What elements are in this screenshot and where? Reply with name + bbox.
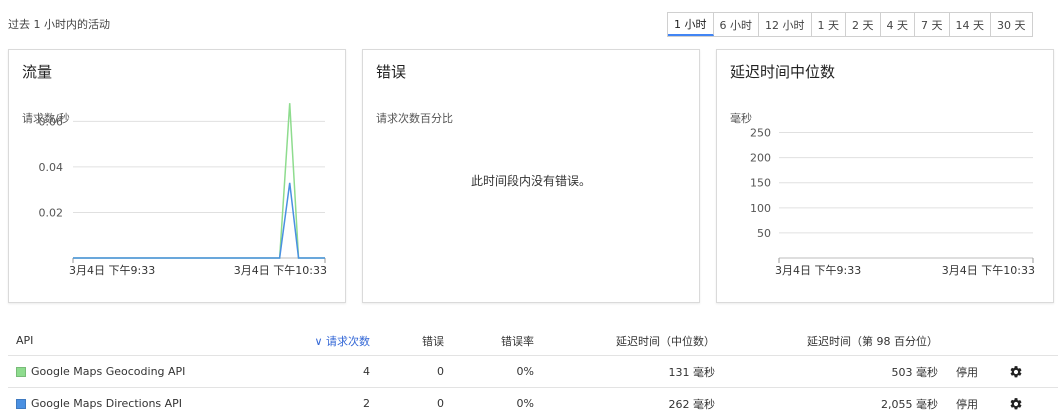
errors-card-title: 错误 bbox=[376, 63, 407, 81]
sort-desc-icon: ∨ bbox=[314, 334, 323, 348]
traffic-card: 流量 请求数/秒 0.02 0.04 0.06 3月4日 下午9:33 3月4日 下午1… bbox=[8, 49, 346, 303]
latency-card: 延迟时间中位数 毫秒 50 100 150 200 250 3月4日 下午9:33 3月4日… bbox=[716, 49, 1054, 303]
requests-cell: 4 bbox=[363, 365, 370, 378]
range-button[interactable]: 2 天 bbox=[846, 13, 881, 36]
x-tick-label: 3月4日 下午10:33 bbox=[234, 264, 327, 277]
range-button[interactable]: 1 小时 bbox=[668, 13, 714, 36]
column-requests-label: 请求次数 bbox=[326, 334, 370, 348]
x-tick-label: 3月4日 下午9:33 bbox=[69, 264, 155, 277]
y-tick-label: 100 bbox=[750, 202, 771, 215]
y-tick-label: 0.02 bbox=[39, 206, 64, 219]
range-button[interactable]: 30 天 bbox=[991, 13, 1032, 36]
x-tick-label: 3月4日 下午10:33 bbox=[942, 264, 1035, 277]
settings-gear-icon[interactable] bbox=[996, 397, 1036, 411]
y-tick-label: 200 bbox=[750, 152, 771, 165]
errors-empty-message: 此时间段内没有错误。 bbox=[470, 174, 591, 188]
errors-card-subtitle: 请求次数百分比 bbox=[376, 112, 453, 125]
series-color-swatch bbox=[16, 366, 26, 377]
column-latency[interactable]: 延迟时间（中位数） bbox=[534, 333, 715, 349]
latency-98-cell: 503 毫秒 bbox=[891, 365, 939, 379]
errors-cell: 0 bbox=[437, 365, 444, 378]
settings-gear-icon[interactable] bbox=[996, 365, 1036, 379]
series-line bbox=[73, 182, 325, 259]
column-latency-98[interactable]: 延迟时间（第 98 百分位） bbox=[715, 333, 938, 349]
errors-card: 错误 请求次数百分比 此时间段内没有错误。 bbox=[362, 49, 700, 303]
range-button[interactable]: 7 天 bbox=[915, 13, 950, 36]
time-range-selector: 1 小时 6 小时 12 小时 1 天2 天4 天7 天 14 天 30 天 bbox=[667, 12, 1033, 37]
x-tick-label: 3月4日 下午9:33 bbox=[775, 264, 861, 277]
latency-chart: 50 100 150 200 250 3月4日 下午9:33 3月4日 下午10:33 bbox=[750, 127, 1035, 277]
disable-button[interactable]: 停用 bbox=[938, 396, 996, 412]
column-requests[interactable]: ∨ 请求次数 bbox=[268, 333, 370, 349]
range-button[interactable]: 14 天 bbox=[949, 13, 991, 36]
y-tick-label: 150 bbox=[750, 177, 771, 190]
disable-button[interactable]: 停用 bbox=[938, 364, 996, 380]
column-error-rate[interactable]: 错误率 bbox=[444, 333, 534, 349]
latency-98-cell: 2,055 毫秒 bbox=[881, 397, 938, 411]
range-button[interactable]: 4 天 bbox=[880, 13, 915, 36]
traffic-chart: 0.02 0.04 0.06 3月4日 下午9:33 3月4日 下午10:33 bbox=[39, 103, 327, 277]
api-table: API ∨ 请求次数 错误 错误率 延迟时间（中位数） 延迟时间（第 98 百分… bbox=[8, 326, 1058, 416]
latency-cell: 131 毫秒 bbox=[668, 365, 716, 379]
range-button[interactable]: 12 小时 bbox=[759, 13, 812, 36]
range-button[interactable]: 6 小时 bbox=[713, 13, 759, 36]
y-tick-label: 50 bbox=[757, 227, 771, 240]
column-errors[interactable]: 错误 bbox=[370, 333, 444, 349]
series-color-swatch bbox=[16, 398, 26, 409]
table-row: Google Maps Geocoding API 4 0 0% 131 毫秒 503 毫… bbox=[8, 356, 1058, 388]
error-rate-cell: 0% bbox=[516, 397, 534, 410]
y-tick-label: 0.06 bbox=[39, 115, 64, 128]
period-label: 过去 1 小时内的活动 bbox=[8, 18, 110, 31]
latency-cell: 262 毫秒 bbox=[668, 397, 716, 411]
series-line bbox=[73, 103, 325, 259]
requests-cell: 2 bbox=[363, 397, 370, 410]
error-rate-cell: 0% bbox=[516, 365, 534, 378]
api-name-link[interactable]: Google Maps Geocoding API bbox=[31, 365, 185, 378]
errors-cell: 0 bbox=[437, 397, 444, 410]
table-header: API ∨ 请求次数 错误 错误率 延迟时间（中位数） 延迟时间（第 98 百分… bbox=[8, 326, 1058, 356]
column-api[interactable]: API bbox=[8, 334, 268, 347]
range-button[interactable]: 1 天 bbox=[811, 13, 846, 36]
y-tick-label: 250 bbox=[750, 127, 771, 140]
y-tick-label: 0.04 bbox=[39, 161, 64, 174]
table-row: Google Maps Directions API 2 0 0% 262 毫秒 2,05… bbox=[8, 388, 1058, 416]
api-name-link[interactable]: Google Maps Directions API bbox=[31, 397, 182, 410]
